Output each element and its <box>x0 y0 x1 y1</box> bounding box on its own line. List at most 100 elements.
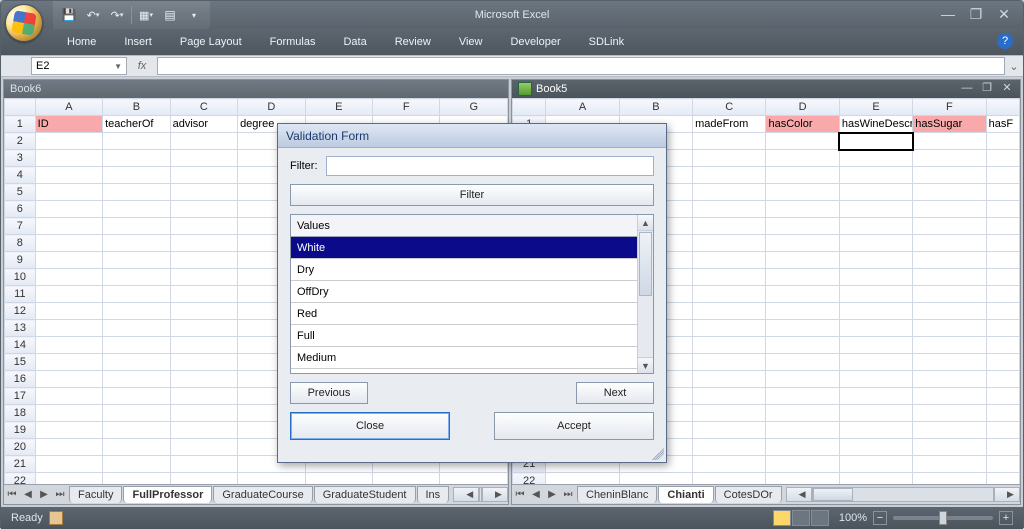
tab-nav-last-icon[interactable]: ⏭ <box>52 486 68 504</box>
cell[interactable] <box>693 184 766 201</box>
row-header[interactable]: 11 <box>5 286 36 303</box>
cell[interactable] <box>35 286 102 303</box>
cell[interactable] <box>839 388 912 405</box>
cell[interactable] <box>913 269 986 286</box>
cell[interactable] <box>986 388 1019 405</box>
column-header[interactable]: A <box>546 99 619 116</box>
macro-record-icon[interactable] <box>49 511 63 525</box>
cell[interactable] <box>986 337 1019 354</box>
cell[interactable] <box>986 167 1019 184</box>
tab-home[interactable]: Home <box>53 31 110 53</box>
cell[interactable] <box>693 320 766 337</box>
cell[interactable] <box>839 150 912 167</box>
cell[interactable] <box>839 235 912 252</box>
row-header[interactable]: 15 <box>5 354 36 371</box>
wb-minimize-button[interactable]: — <box>958 81 976 95</box>
cell[interactable] <box>913 422 986 439</box>
cell[interactable] <box>693 218 766 235</box>
cell[interactable] <box>103 320 170 337</box>
cell[interactable]: hasColor <box>766 116 839 133</box>
cell[interactable] <box>693 337 766 354</box>
cell[interactable] <box>913 456 986 473</box>
cell[interactable] <box>103 354 170 371</box>
cell[interactable] <box>766 133 839 150</box>
cell[interactable] <box>766 286 839 303</box>
sheet-tab[interactable]: CotesDOr <box>715 486 782 503</box>
cell[interactable] <box>839 218 912 235</box>
cell[interactable] <box>35 337 102 354</box>
cell[interactable] <box>170 371 237 388</box>
cell[interactable] <box>693 371 766 388</box>
cell[interactable] <box>766 388 839 405</box>
cell[interactable] <box>766 218 839 235</box>
cell[interactable]: hasF <box>986 116 1019 133</box>
cell[interactable] <box>766 303 839 320</box>
tab-insert[interactable]: Insert <box>110 31 166 53</box>
cell[interactable] <box>170 201 237 218</box>
cell[interactable] <box>913 184 986 201</box>
redo-icon[interactable]: ↷ ▾ <box>107 5 127 25</box>
cell[interactable] <box>103 252 170 269</box>
list-item[interactable]: Dry <box>291 259 637 281</box>
row-header[interactable]: 9 <box>5 252 36 269</box>
row-header[interactable]: 3 <box>5 150 36 167</box>
cell[interactable] <box>839 252 912 269</box>
column-header[interactable]: B <box>103 99 170 116</box>
cell[interactable] <box>693 388 766 405</box>
cell[interactable] <box>35 439 102 456</box>
cell[interactable] <box>619 473 692 485</box>
cell[interactable] <box>103 167 170 184</box>
row-header[interactable]: 13 <box>5 320 36 337</box>
cell[interactable] <box>103 388 170 405</box>
cell[interactable] <box>913 133 986 150</box>
qat-more-icon[interactable]: ▾ <box>184 5 204 25</box>
cell[interactable] <box>766 456 839 473</box>
cell[interactable] <box>693 133 766 150</box>
cell[interactable] <box>766 405 839 422</box>
column-header[interactable]: G <box>440 99 508 116</box>
row-header[interactable]: 1 <box>5 116 36 133</box>
cell[interactable] <box>766 337 839 354</box>
cell[interactable] <box>913 473 986 485</box>
row-header[interactable]: 19 <box>5 422 36 439</box>
cell[interactable] <box>986 303 1019 320</box>
view-normal-button[interactable] <box>773 510 791 526</box>
cell[interactable] <box>766 252 839 269</box>
list-item[interactable]: Red <box>291 303 637 325</box>
cell[interactable] <box>693 439 766 456</box>
cell[interactable] <box>913 320 986 337</box>
cell[interactable] <box>986 405 1019 422</box>
cell[interactable] <box>913 439 986 456</box>
cell[interactable] <box>913 201 986 218</box>
help-icon[interactable]: ? <box>997 33 1013 49</box>
cell[interactable] <box>103 473 170 485</box>
row-header[interactable]: 21 <box>5 456 36 473</box>
tab-nav-next-icon[interactable]: ▶ <box>36 486 52 504</box>
cell[interactable] <box>238 473 305 485</box>
cell[interactable]: madeFrom <box>693 116 766 133</box>
cell[interactable] <box>839 184 912 201</box>
maximize-button[interactable]: ❐ <box>963 5 989 23</box>
tab-nav-first-icon[interactable]: ⏮ <box>512 486 528 504</box>
save-icon[interactable]: 💾 <box>59 5 79 25</box>
row-header[interactable]: 4 <box>5 167 36 184</box>
row-header[interactable]: 22 <box>5 473 36 485</box>
qat-custom1-icon[interactable]: ▦ ▾ <box>136 5 156 25</box>
cell[interactable] <box>35 150 102 167</box>
cell[interactable] <box>170 286 237 303</box>
cell[interactable] <box>35 303 102 320</box>
cell[interactable] <box>35 371 102 388</box>
column-header[interactable]: D <box>766 99 839 116</box>
row-header[interactable]: 7 <box>5 218 36 235</box>
formula-input[interactable] <box>157 57 1005 75</box>
cell[interactable] <box>103 439 170 456</box>
cell[interactable] <box>839 371 912 388</box>
cell[interactable] <box>35 456 102 473</box>
cell[interactable] <box>103 405 170 422</box>
cell[interactable] <box>170 235 237 252</box>
qat-custom2-icon[interactable]: ▤ <box>160 5 180 25</box>
cell[interactable] <box>913 371 986 388</box>
office-button[interactable] <box>5 4 49 48</box>
minimize-button[interactable]: — <box>935 5 961 23</box>
view-page-break-button[interactable] <box>811 510 829 526</box>
